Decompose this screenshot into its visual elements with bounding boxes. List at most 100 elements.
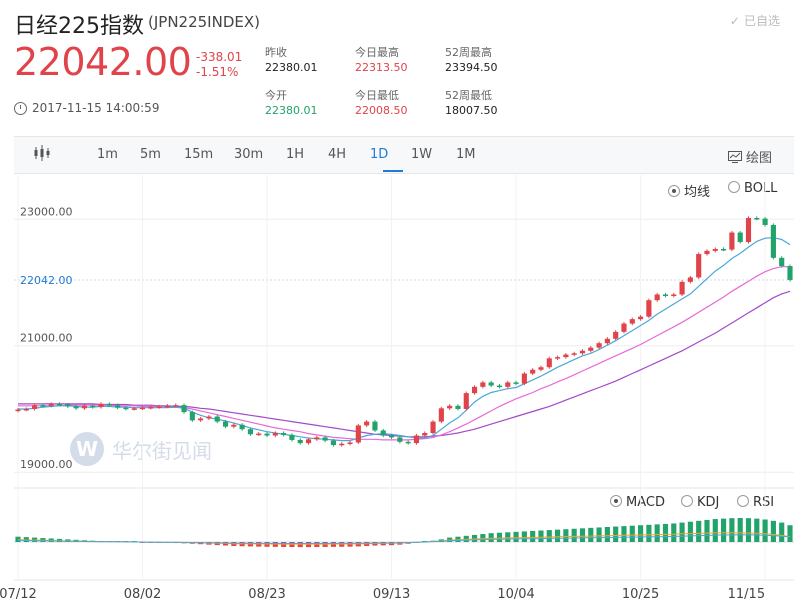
candle-body <box>488 382 494 386</box>
interval-tab-1m[interactable]: 1M <box>456 147 476 162</box>
macd-bar <box>571 528 577 542</box>
macd-bar <box>687 521 693 542</box>
current-price-label: 22042.00 <box>20 274 73 287</box>
candle-body <box>222 421 229 427</box>
candle-body <box>56 403 63 406</box>
candle-body <box>372 421 378 431</box>
macd-bar <box>638 525 644 542</box>
candle-body <box>189 412 195 421</box>
macd-bar <box>247 542 254 547</box>
candle-body <box>646 300 652 317</box>
stat-value: 22313.50 <box>355 61 408 74</box>
macd-dea-line <box>17 534 791 544</box>
macd-bar <box>621 526 627 542</box>
candle-body <box>397 437 403 442</box>
macd-bar <box>23 537 29 542</box>
interval-tab-15m[interactable]: 15m <box>184 147 213 162</box>
macd-bar <box>322 542 328 547</box>
macd-bar <box>721 518 727 542</box>
macd-bar <box>189 542 195 544</box>
macd-bar <box>754 518 760 542</box>
candle-body <box>305 439 312 444</box>
timestamp: 2017-11-15 14:00:59 <box>32 101 160 115</box>
macd-bar <box>554 529 561 542</box>
macd-bar <box>430 540 436 542</box>
macd-bar <box>596 527 602 542</box>
macd-bar <box>745 518 752 542</box>
candle-body <box>106 403 112 406</box>
macd-bar <box>463 535 469 542</box>
candle-body <box>23 408 29 411</box>
candlestick-type-icon[interactable] <box>33 145 53 165</box>
stat-label: 52周最高 <box>445 46 492 59</box>
candle-body <box>413 435 420 444</box>
macd-bar <box>737 518 743 542</box>
macd-bar <box>579 528 586 542</box>
macd-bar <box>214 542 220 546</box>
favorite-label: 已自选 <box>743 14 780 28</box>
candle-body <box>596 343 602 348</box>
macd-bar <box>164 542 170 543</box>
draw-button[interactable]: 绘图 <box>727 147 772 166</box>
candle-body <box>770 224 776 258</box>
macd-bar <box>272 542 278 547</box>
candle-body <box>505 382 511 387</box>
interval-tab-1w[interactable]: 1W <box>411 147 432 162</box>
macd-bar <box>480 534 486 542</box>
candle-body <box>115 405 121 408</box>
x-tick-label: 08/02 <box>124 587 161 602</box>
macd-bar <box>770 520 776 542</box>
macd-bar <box>588 527 594 542</box>
macd-radio-icon <box>610 495 622 507</box>
price-chart[interactable]: 23000.00 21000.00 19000.00 22042.00 07/12 08/… <box>0 0 802 611</box>
rsi-option-label: RSI <box>753 495 775 510</box>
boll-radio-icon <box>728 181 740 193</box>
macd-bar <box>521 531 527 542</box>
stat-value: 22008.50 <box>355 104 408 117</box>
macd-bar <box>65 539 71 542</box>
interval-tab-1h[interactable]: 1H <box>286 147 304 162</box>
interval-tab-4h[interactable]: 4H <box>328 147 346 162</box>
interval-tab-1d[interactable]: 1D <box>370 147 388 162</box>
candle-body <box>272 432 278 436</box>
candle-body <box>530 369 536 374</box>
macd-bar <box>73 539 79 542</box>
macd-dif-line <box>17 532 791 545</box>
macd-bar <box>513 531 519 542</box>
interval-tab-1m[interactable]: 1m <box>97 147 118 162</box>
candle-body <box>496 385 503 388</box>
macd-bar <box>231 542 237 546</box>
interval-tab-5m[interactable]: 5m <box>140 147 161 162</box>
macd-bar <box>662 523 669 542</box>
candle-body <box>679 281 685 295</box>
interval-tab-30m[interactable]: 30m <box>234 147 263 162</box>
macd-bar <box>90 540 96 542</box>
candle-body <box>256 433 262 436</box>
macd-bar <box>40 538 46 542</box>
candle-body <box>463 393 469 409</box>
ma-option[interactable]: 均线 <box>668 181 710 200</box>
candle-body <box>762 218 768 225</box>
candle-body <box>355 425 361 443</box>
macd-bar <box>198 542 204 545</box>
boll-option[interactable]: BOLL <box>728 181 777 196</box>
candle-body <box>405 441 411 444</box>
change-value: -338.01 <box>196 50 243 64</box>
candle-body <box>787 266 793 280</box>
macd-bar <box>696 520 702 542</box>
rsi-option[interactable]: RSI <box>737 495 774 510</box>
favorite-toggle[interactable]: ✓ 已自选 <box>730 12 780 29</box>
ma-line-mid <box>18 266 790 441</box>
candle-body <box>15 409 21 412</box>
macd-bar <box>646 524 652 542</box>
macd-bar <box>239 542 245 547</box>
candle-body <box>729 232 735 250</box>
x-tick-label: 07/12 <box>0 587 37 602</box>
x-tick-label: 11/15 <box>728 587 765 602</box>
macd-bar <box>438 539 444 542</box>
kdj-option[interactable]: KDJ <box>681 495 719 510</box>
macd-option[interactable]: MACD <box>610 495 665 510</box>
macd-bar <box>32 537 38 542</box>
candle-body <box>81 405 87 409</box>
macd-bar <box>496 532 503 542</box>
